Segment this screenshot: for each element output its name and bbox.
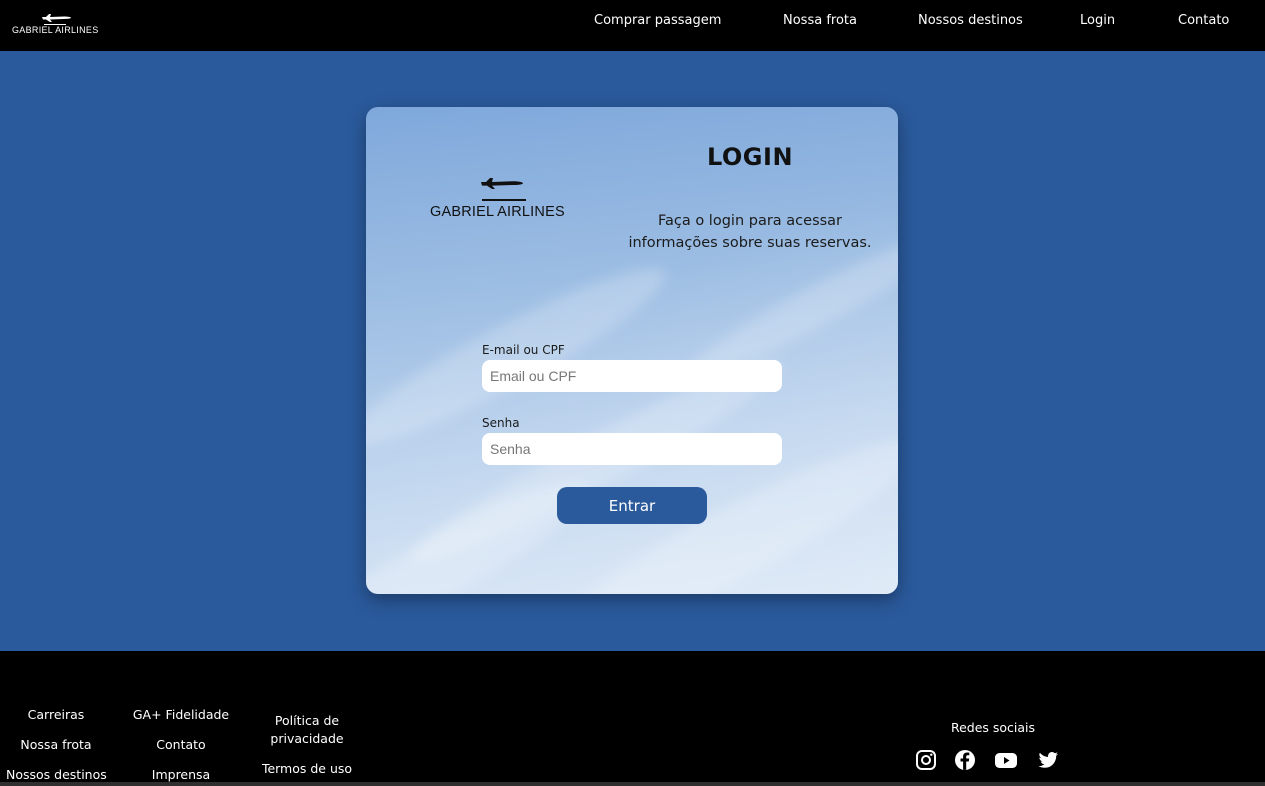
top-navbar: GABRIEL AIRLINES Comprar passagem Nossa … <box>0 0 1265 51</box>
login-subtitle: Faça o login para acessar informações so… <box>628 213 872 251</box>
nav-contato[interactable]: Contato <box>1178 13 1229 28</box>
nav-nossos-destinos[interactable]: Nossos destinos <box>918 13 1023 28</box>
login-card: GABRIEL AIRLINES LOGIN Faça o login para… <box>366 107 898 594</box>
login-button[interactable]: Entrar <box>557 487 707 524</box>
footer-link-fidelidade[interactable]: GA+ Fidelidade <box>131 706 231 724</box>
instagram-icon[interactable] <box>914 748 938 772</box>
password-field[interactable] <box>482 433 782 465</box>
card-logo-text: GABRIEL AIRLINES <box>430 204 565 220</box>
nav-comprar-passagem[interactable]: Comprar passagem <box>594 13 721 28</box>
card-logo: GABRIEL AIRLINES <box>430 173 576 225</box>
brand-logo[interactable]: GABRIEL AIRLINES <box>12 8 102 40</box>
brand-text: GABRIEL AIRLINES <box>12 25 99 35</box>
youtube-icon[interactable] <box>994 748 1018 772</box>
footer-link-carreiras[interactable]: Carreiras <box>6 706 106 724</box>
twitter-icon[interactable] <box>1036 748 1060 772</box>
footer-link-nossa-frota[interactable]: Nossa frota <box>6 736 106 754</box>
nav-nossa-frota[interactable]: Nossa frota <box>783 13 857 28</box>
footer: Carreiras Nossa frota Nossos destinos GA… <box>0 651 1265 786</box>
email-label: E-mail ou CPF <box>482 343 565 357</box>
footer-link-privacidade[interactable]: Política de privacidade <box>262 712 352 748</box>
logo-underline <box>482 199 526 201</box>
footer-link-termos[interactable]: Termos de uso <box>256 760 358 778</box>
social-title: Redes sociais <box>950 720 1036 735</box>
footer-link-contato[interactable]: Contato <box>131 736 231 754</box>
page-title: LOGIN <box>706 143 794 171</box>
nav-login[interactable]: Login <box>1080 13 1115 28</box>
bottom-edge <box>0 782 1265 786</box>
email-field[interactable] <box>482 360 782 392</box>
airplane-icon <box>481 178 523 189</box>
airplane-icon <box>42 14 71 22</box>
facebook-icon[interactable] <box>953 748 977 772</box>
password-label: Senha <box>482 416 520 430</box>
